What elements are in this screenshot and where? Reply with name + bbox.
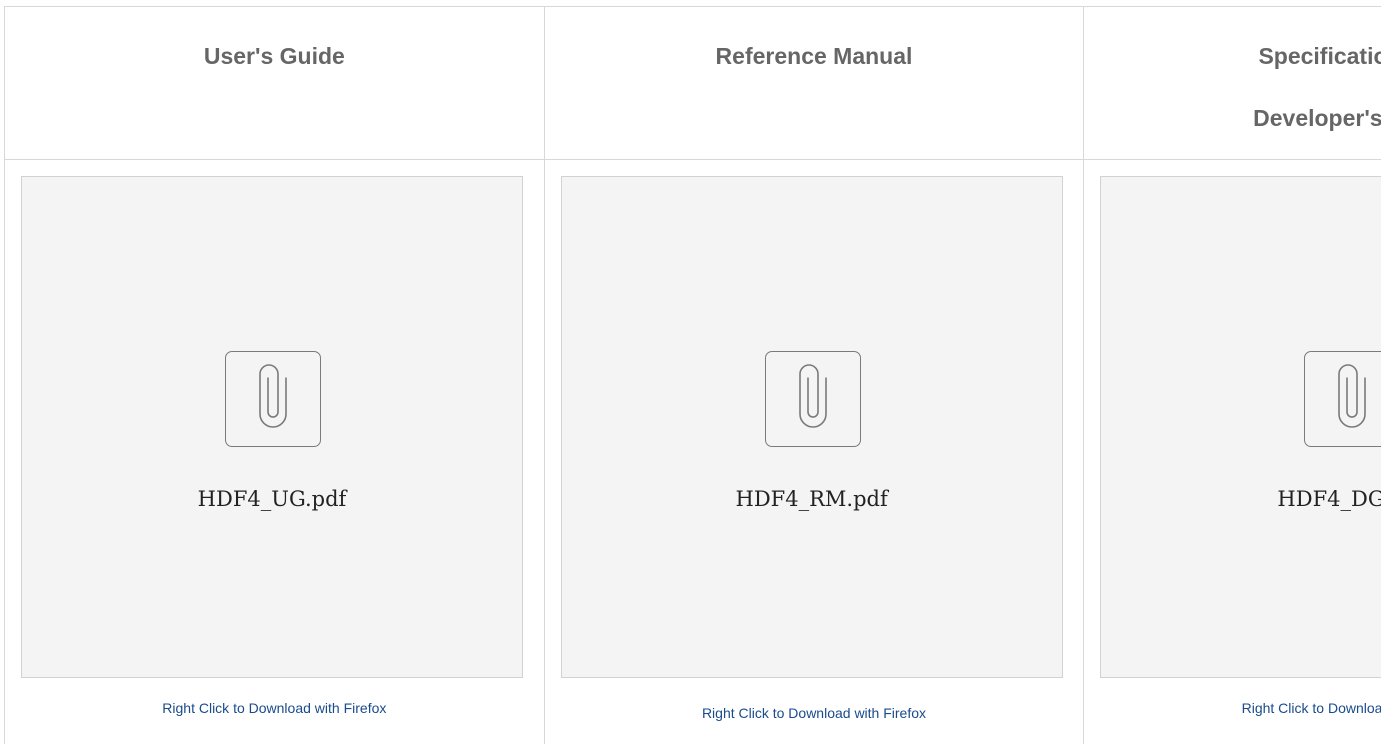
header-reference-manual-title: Reference Manual [715,43,913,69]
paperclip-glyph [798,364,827,428]
header-users-guide-title: User's Guide [203,43,345,69]
documentation-table: User's Guide Reference Manual Specificat… [4,6,1381,744]
download-link-dg[interactable]: Right Click to Download with Firefox [1084,700,1381,716]
download-link-ug[interactable]: Right Click to Download with Firefox [5,700,544,716]
paperclip-glyph [259,364,287,428]
paperclip-icon [225,351,321,447]
file-name-label: HDF4_RM.pdf [735,487,888,511]
header-specification: Specification and Developer's Guide [1083,6,1381,160]
attachment-preview-dg[interactable]: HDF4_DG.pdf [1100,176,1381,678]
attachment-preview-rm[interactable]: HDF4_RM.pdf [560,176,1063,678]
attachment-preview-ug[interactable]: HDF4_UG.pdf [21,176,523,678]
body-row: HDF4_UG.pdf Right Click to Download with… [4,159,1381,744]
cell-users-guide: HDF4_UG.pdf Right Click to Download with… [4,159,545,744]
paperclip-icon [1304,351,1381,447]
header-specification-line-1: Specification and [1258,43,1381,69]
file-name-label: HDF4_UG.pdf [197,487,347,511]
page-viewport: User's Guide Reference Manual Specificat… [0,0,1381,744]
header-specification-line-2: Developer's Guide [1253,105,1381,131]
header-reference-manual: Reference Manual [543,6,1085,160]
paperclip-glyph [1338,364,1367,428]
cell-reference-manual: HDF4_RM.pdf Right Click to Download with… [543,159,1085,744]
cell-specification: HDF4_DG.pdf Right Click to Download with… [1083,159,1381,744]
download-link-rm[interactable]: Right Click to Download with Firefox [545,705,1084,721]
header-row: User's Guide Reference Manual Specificat… [4,6,1381,160]
file-name-label: HDF4_DG.pdf [1277,487,1381,511]
header-users-guide: User's Guide [4,6,545,160]
paperclip-icon [764,351,861,447]
